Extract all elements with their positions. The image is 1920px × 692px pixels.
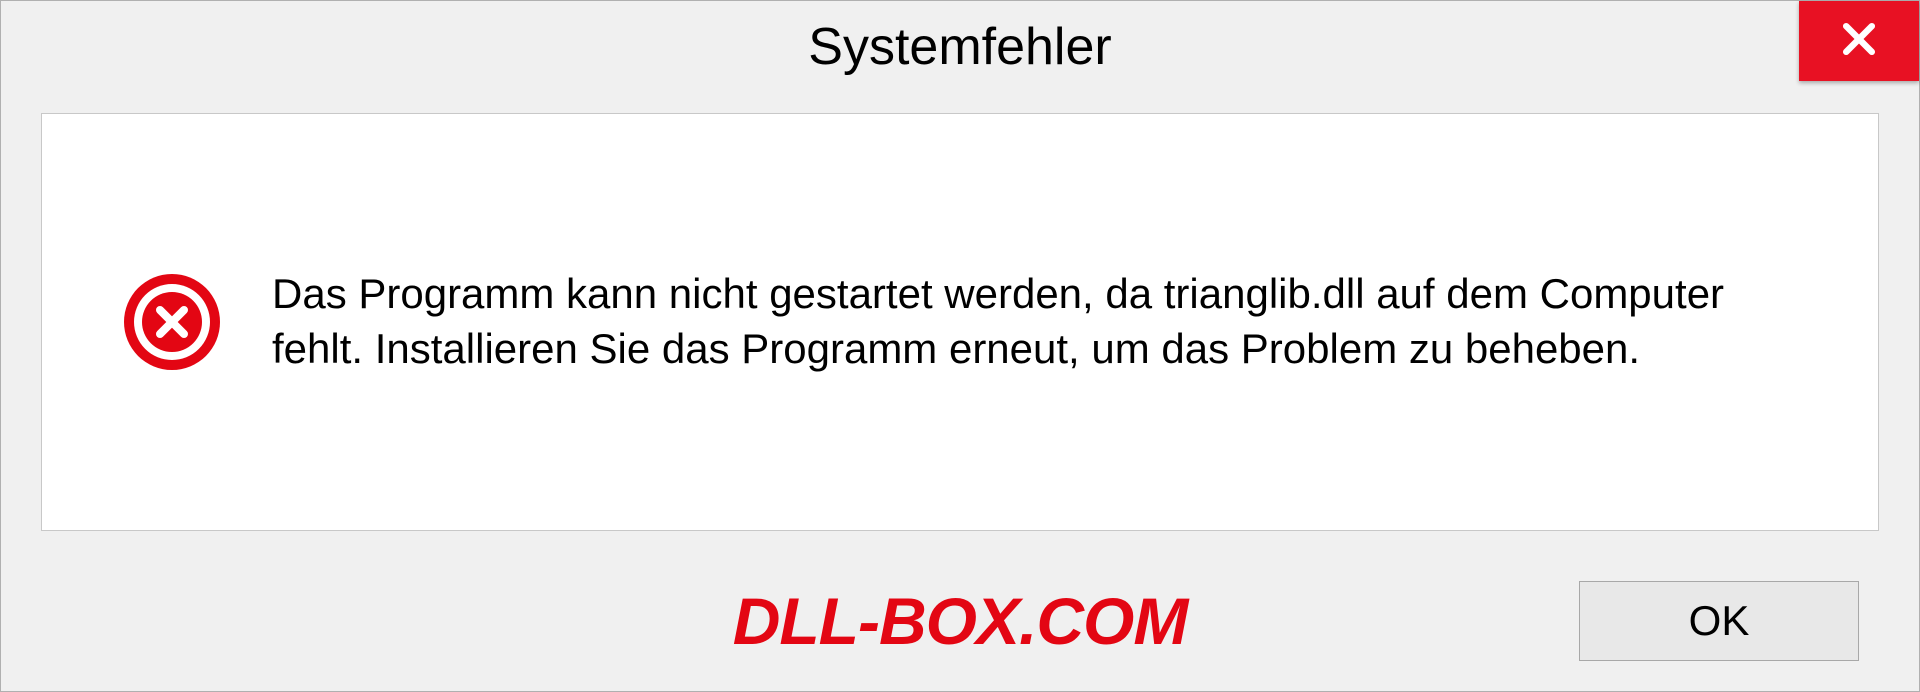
dialog-title: Systemfehler [808, 17, 1111, 77]
error-message: Das Programm kann nicht gestartet werden… [272, 267, 1798, 376]
watermark-text: DLL-BOX.COM [733, 583, 1188, 659]
error-icon [122, 272, 222, 372]
close-button[interactable] [1799, 1, 1919, 81]
titlebar: Systemfehler [1, 1, 1919, 93]
content-area: Das Programm kann nicht gestartet werden… [41, 113, 1879, 531]
ok-button[interactable]: OK [1579, 581, 1859, 661]
error-dialog: Systemfehler Das Programm kann nicht ges… [0, 0, 1920, 692]
close-icon [1837, 17, 1881, 66]
footer: DLL-BOX.COM OK [1, 551, 1919, 691]
